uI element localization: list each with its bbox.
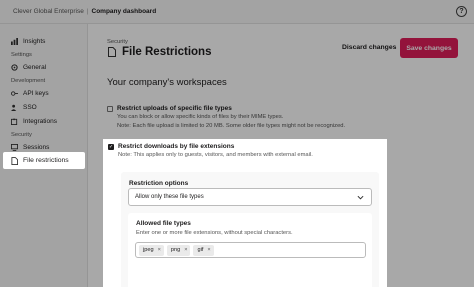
allowed-file-types-box: Allowed file types Enter one or more fil…	[128, 213, 372, 287]
file-type-tag: png ×	[166, 244, 191, 256]
users-icon	[11, 104, 17, 111]
sidebar-item-insights[interactable]: Insights	[11, 38, 45, 45]
remove-tag-icon[interactable]: ×	[207, 247, 210, 253]
section-title: Your company's workspaces	[107, 77, 227, 88]
sidebar-item-label: Sessions	[23, 144, 50, 151]
puzzle-icon	[11, 118, 18, 125]
help-icon[interactable]: ?	[456, 6, 467, 17]
gear-icon	[11, 64, 18, 71]
page-title: File Restrictions	[107, 46, 211, 58]
remove-tag-icon[interactable]: ×	[158, 247, 161, 253]
sidebar-item-label: API keys	[23, 90, 49, 97]
save-changes-button[interactable]: Save changes	[400, 38, 458, 58]
restriction-options-label: Restriction options	[129, 180, 189, 187]
sidebar-item-sessions[interactable]: Sessions	[11, 144, 49, 151]
breadcrumb: Security	[107, 39, 128, 45]
option-title: Restrict uploads of specific file types	[117, 105, 232, 112]
remove-tag-icon[interactable]: ×	[184, 247, 187, 253]
sidebar-header-settings: Settings	[11, 52, 32, 58]
option-note: Note: Each file upload is limited to 20 …	[117, 123, 346, 129]
tag-label: jpeg	[143, 247, 154, 253]
file-type-tag: gif ×	[193, 244, 214, 256]
org-name[interactable]: Clever Global Enterprise	[13, 8, 84, 15]
file-icon	[108, 47, 116, 57]
sidebar-header-security: Security	[11, 132, 32, 138]
file-types-input[interactable]: jpeg × png × gif ×	[135, 242, 366, 258]
sidebar-item-label: SSO	[23, 104, 37, 111]
sidebar-item-label: File restrictions	[23, 157, 69, 164]
key-icon	[11, 91, 18, 96]
restriction-options-select[interactable]: Allow only these file types	[128, 188, 372, 206]
option-description: Note: This applies only to guests, visit…	[118, 152, 313, 158]
sidebar-header-development: Development	[11, 78, 46, 84]
sidebar-item-label: Integrations	[23, 118, 57, 125]
restrict-uploads-checkbox[interactable]	[107, 106, 113, 112]
sidebar-item-integrations[interactable]: Integrations	[11, 118, 57, 125]
option-description: You can block or allow specific kinds of…	[117, 114, 284, 120]
allowed-file-types-label: Allowed file types	[136, 220, 191, 227]
file-icon	[11, 156, 18, 165]
monitor-icon	[11, 144, 18, 151]
restriction-settings-box: Restriction options Allow only these fil…	[121, 172, 379, 287]
download-restriction-panel: ✓ Restrict downloads by file extensions …	[103, 139, 387, 287]
sidebar-item-label: General	[23, 64, 47, 71]
allowed-file-types-desc: Enter one or more file extensions, witho…	[136, 230, 293, 236]
breadcrumb-separator: |	[86, 8, 89, 15]
tag-label: png	[170, 247, 181, 253]
page-title-text: File Restrictions	[122, 46, 212, 58]
sidebar-item-file-restrictions[interactable]: File restrictions	[3, 152, 85, 169]
file-type-tag: jpeg ×	[139, 244, 164, 256]
top-bar: Clever Global Enterprise | Company dashb…	[0, 0, 474, 24]
discard-changes-button[interactable]: Discard changes	[342, 44, 396, 51]
sidebar-item-api-keys[interactable]: API keys	[11, 90, 49, 97]
sidebar-item-general[interactable]: General	[11, 64, 46, 71]
chart-icon	[11, 38, 18, 45]
option-title: Restrict downloads by file extensions	[118, 143, 235, 150]
restrict-downloads-checkbox[interactable]: ✓	[108, 144, 114, 150]
dashboard-title: Company dashboard	[91, 8, 157, 15]
tag-label: gif	[197, 247, 204, 253]
sidebar-item-label: Insights	[23, 38, 46, 45]
sidebar-item-sso[interactable]: SSO	[11, 104, 37, 111]
select-value: Allow only these file types	[135, 194, 204, 200]
chevron-down-icon	[357, 195, 364, 200]
